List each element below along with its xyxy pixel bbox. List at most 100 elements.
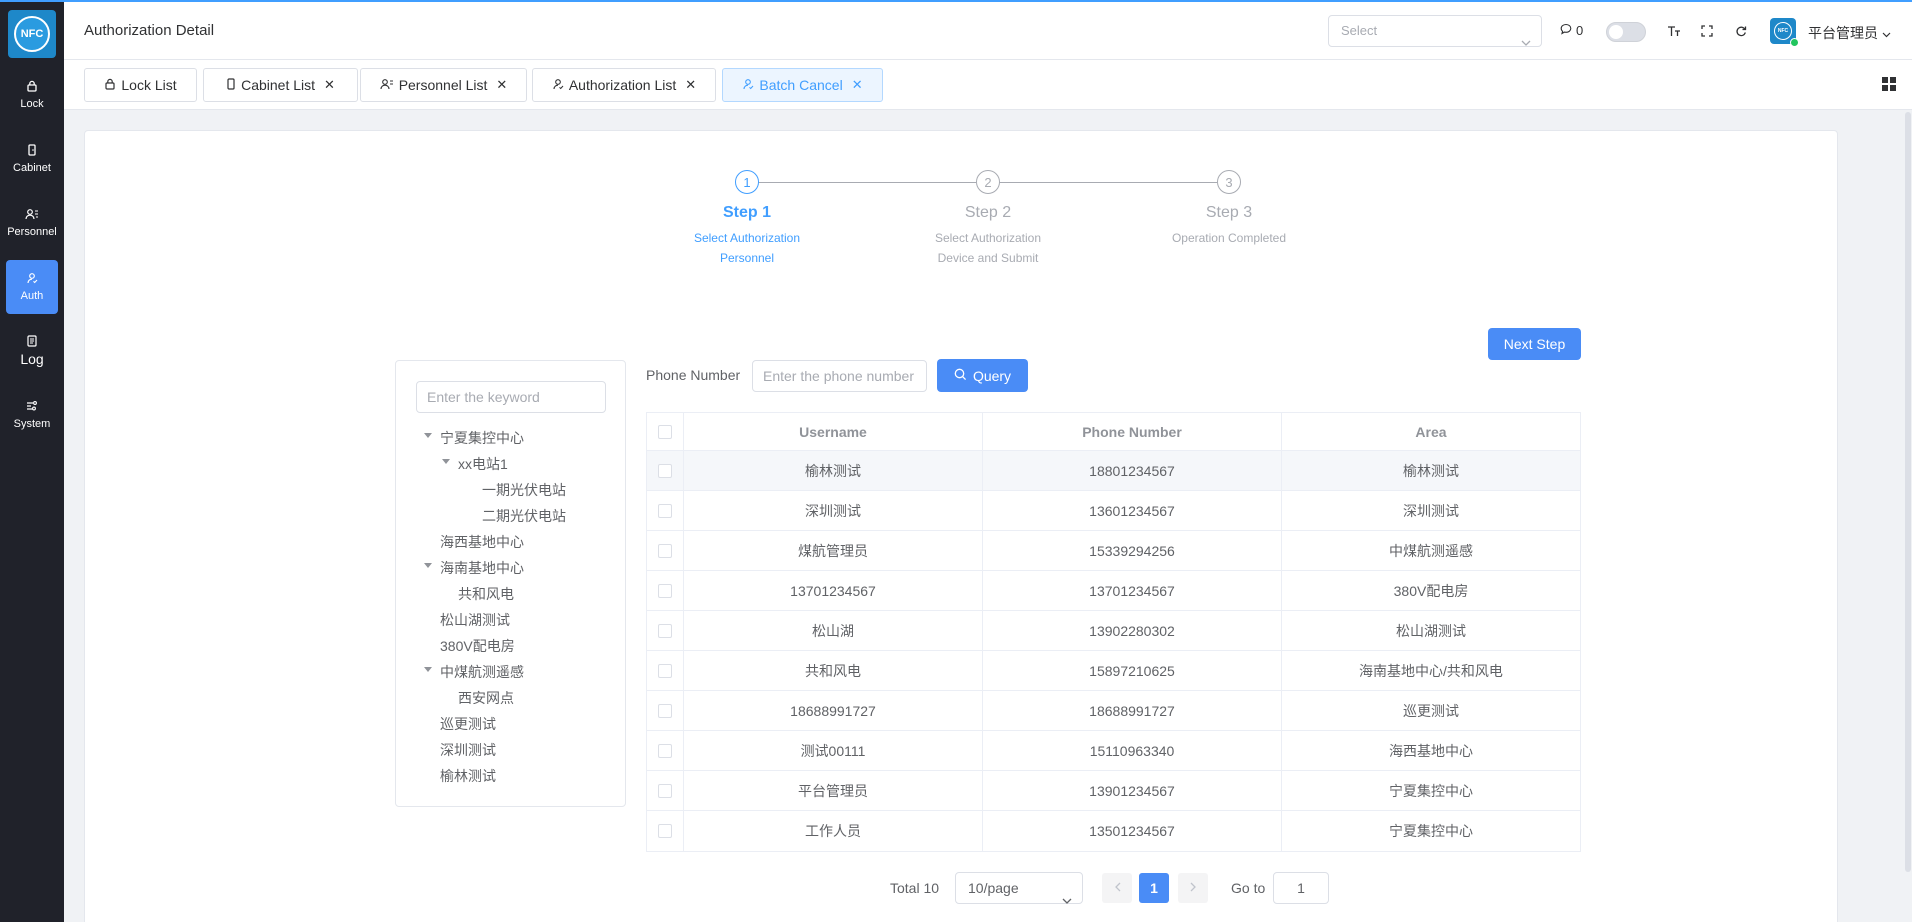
tab-authorization-list[interactable]: Authorization List ✕ <box>532 68 716 102</box>
cell-area: 海南基地中心/共和风电 <box>1359 662 1503 679</box>
tab-label: Personnel List <box>398 77 488 93</box>
row-checkbox[interactable] <box>658 583 672 598</box>
table-row[interactable]: 测试00111 15110963340 海西基地中心 <box>647 731 1580 771</box>
logo-text: NFC <box>14 16 50 52</box>
row-select-cell <box>647 691 684 730</box>
theme-toggle[interactable] <box>1606 22 1646 42</box>
row-checkbox[interactable] <box>658 503 672 518</box>
tree-node[interactable]: 海西基地中心 <box>440 532 524 552</box>
tree-node[interactable]: 中煤航测遥感 <box>440 662 524 682</box>
caret-down-icon[interactable] <box>424 563 432 568</box>
row-checkbox[interactable] <box>658 743 672 758</box>
row-checkbox[interactable] <box>658 543 672 558</box>
tree-node[interactable]: 380V配电房 <box>440 636 515 656</box>
cell-username: 共和风电 <box>684 651 983 690</box>
header-select[interactable]: Select <box>1328 15 1542 47</box>
goto-page-input[interactable]: 1 <box>1273 872 1329 904</box>
tree-node[interactable]: 宁夏集控中心 <box>440 428 524 448</box>
tree-node[interactable]: 西安网点 <box>458 688 514 708</box>
caret-down-icon[interactable] <box>424 433 432 438</box>
page-number-button[interactable]: 1 <box>1139 873 1169 903</box>
refresh-icon[interactable] <box>1735 24 1747 40</box>
page-scrollbar[interactable] <box>1905 112 1911 872</box>
user-menu[interactable]: 平台管理员 <box>1808 23 1891 43</box>
row-checkbox[interactable] <box>658 463 672 478</box>
tree-node[interactable]: 深圳测试 <box>440 740 496 760</box>
font-size-icon[interactable] <box>1667 24 1681 40</box>
row-checkbox[interactable] <box>658 663 672 678</box>
table-row[interactable]: 深圳测试 13601234567 深圳测试 <box>647 491 1580 531</box>
table-row[interactable]: 平台管理员 13901234567 宁夏集控中心 <box>647 771 1580 811</box>
close-icon[interactable]: ✕ <box>852 77 863 93</box>
table-row[interactable]: 13701234567 13701234567 380V配电房 <box>647 571 1580 611</box>
phone-number-input[interactable]: Enter the phone number <box>752 360 927 392</box>
cell-area: 宁夏集控中心 <box>1389 823 1473 839</box>
cell-username: 测试00111 <box>684 731 983 770</box>
table-row[interactable]: 18688991727 18688991727 巡更测试 <box>647 691 1580 731</box>
step-3-circle: 3 <box>1217 170 1241 194</box>
log-icon <box>26 335 38 347</box>
table-row[interactable]: 松山湖 13902280302 松山湖测试 <box>647 611 1580 651</box>
step-2-desc-line1: Select Authorization <box>934 231 1042 245</box>
nav-item-system[interactable]: System <box>6 388 58 442</box>
cell-area: 宁夏集控中心 <box>1389 782 1473 799</box>
system-icon <box>26 400 38 412</box>
row-checkbox[interactable] <box>658 623 672 638</box>
nav-item-log[interactable]: Log <box>6 324 58 378</box>
caret-down-icon[interactable] <box>424 667 432 672</box>
next-step-button[interactable]: Next Step <box>1488 328 1581 360</box>
grid-menu-icon[interactable] <box>1882 77 1896 94</box>
fullscreen-icon[interactable] <box>1701 24 1713 40</box>
nav-item-personnel[interactable]: Personnel <box>6 196 58 250</box>
close-icon[interactable]: ✕ <box>324 77 335 93</box>
tree-search-input[interactable]: Enter the keyword <box>416 381 606 413</box>
query-button[interactable]: Query <box>937 359 1028 392</box>
cell-area: 榆林测试 <box>1403 462 1459 479</box>
tree-node[interactable]: xx电站1 <box>458 454 508 474</box>
tab-cabinet-list[interactable]: Cabinet List ✕ <box>203 68 358 102</box>
row-checkbox[interactable] <box>658 703 672 718</box>
select-all-checkbox[interactable] <box>658 424 672 439</box>
tree-node[interactable]: 巡更测试 <box>440 714 496 734</box>
avatar[interactable]: NFC <box>1770 18 1799 47</box>
tree-node[interactable]: 海南基地中心 <box>440 558 524 578</box>
page-size-select[interactable]: 10/page <box>955 872 1083 904</box>
nav-label-log: Log <box>20 351 44 367</box>
tree-node[interactable]: 二期光伏电站 <box>482 506 566 526</box>
prev-page-button[interactable] <box>1102 873 1132 903</box>
close-icon[interactable]: ✕ <box>685 77 696 93</box>
header-username: Username <box>684 413 983 450</box>
message-button[interactable]: 0 <box>1560 23 1583 38</box>
tree-node[interactable]: 榆林测试 <box>440 766 496 786</box>
cabinet-icon <box>26 144 38 156</box>
tabs-bar: Lock List Cabinet List ✕ Personnel List … <box>64 60 1912 110</box>
tree-node[interactable]: 一期光伏电站 <box>482 480 566 500</box>
row-select-cell <box>647 771 684 810</box>
cell-phone-number: 13701234567 <box>983 571 1282 610</box>
next-page-button[interactable] <box>1178 873 1208 903</box>
tab-personnel-list[interactable]: Personnel List ✕ <box>360 68 527 102</box>
close-icon[interactable]: ✕ <box>496 77 507 93</box>
chevron-down-icon <box>1882 25 1891 41</box>
tab-lock-list[interactable]: Lock List <box>84 68 197 102</box>
row-select-cell <box>647 731 684 770</box>
tree-node[interactable]: 共和风电 <box>458 584 514 604</box>
nav-item-cabinet[interactable]: Cabinet <box>6 132 58 186</box>
page-title: Authorization Detail <box>84 22 215 39</box>
row-checkbox[interactable] <box>658 783 672 798</box>
user-name: 平台管理员 <box>1808 25 1878 41</box>
row-checkbox[interactable] <box>658 824 672 838</box>
table-row[interactable]: 煤航管理员 15339294256 中煤航测遥感 <box>647 531 1580 571</box>
tab-label: Cabinet List <box>241 77 316 93</box>
tree-node[interactable]: 松山湖测试 <box>440 610 510 630</box>
caret-down-icon[interactable] <box>442 459 450 464</box>
cell-username: 工作人员 <box>684 811 983 851</box>
table-row[interactable]: 共和风电 15897210625 海南基地中心/共和风电 <box>647 651 1580 691</box>
header-select-placeholder: Select <box>1341 23 1378 38</box>
table-row[interactable]: 工作人员 13501234567 宁夏集控中心 <box>647 811 1580 851</box>
nav-item-lock[interactable]: Lock <box>6 68 58 122</box>
tab-batch-cancel[interactable]: Batch Cancel ✕ <box>722 68 883 102</box>
table-row[interactable]: 榆林测试 18801234567 榆林测试 <box>647 451 1580 491</box>
nav-item-auth[interactable]: Auth <box>6 260 58 314</box>
step-3-desc: Operation Completed <box>1159 228 1299 248</box>
